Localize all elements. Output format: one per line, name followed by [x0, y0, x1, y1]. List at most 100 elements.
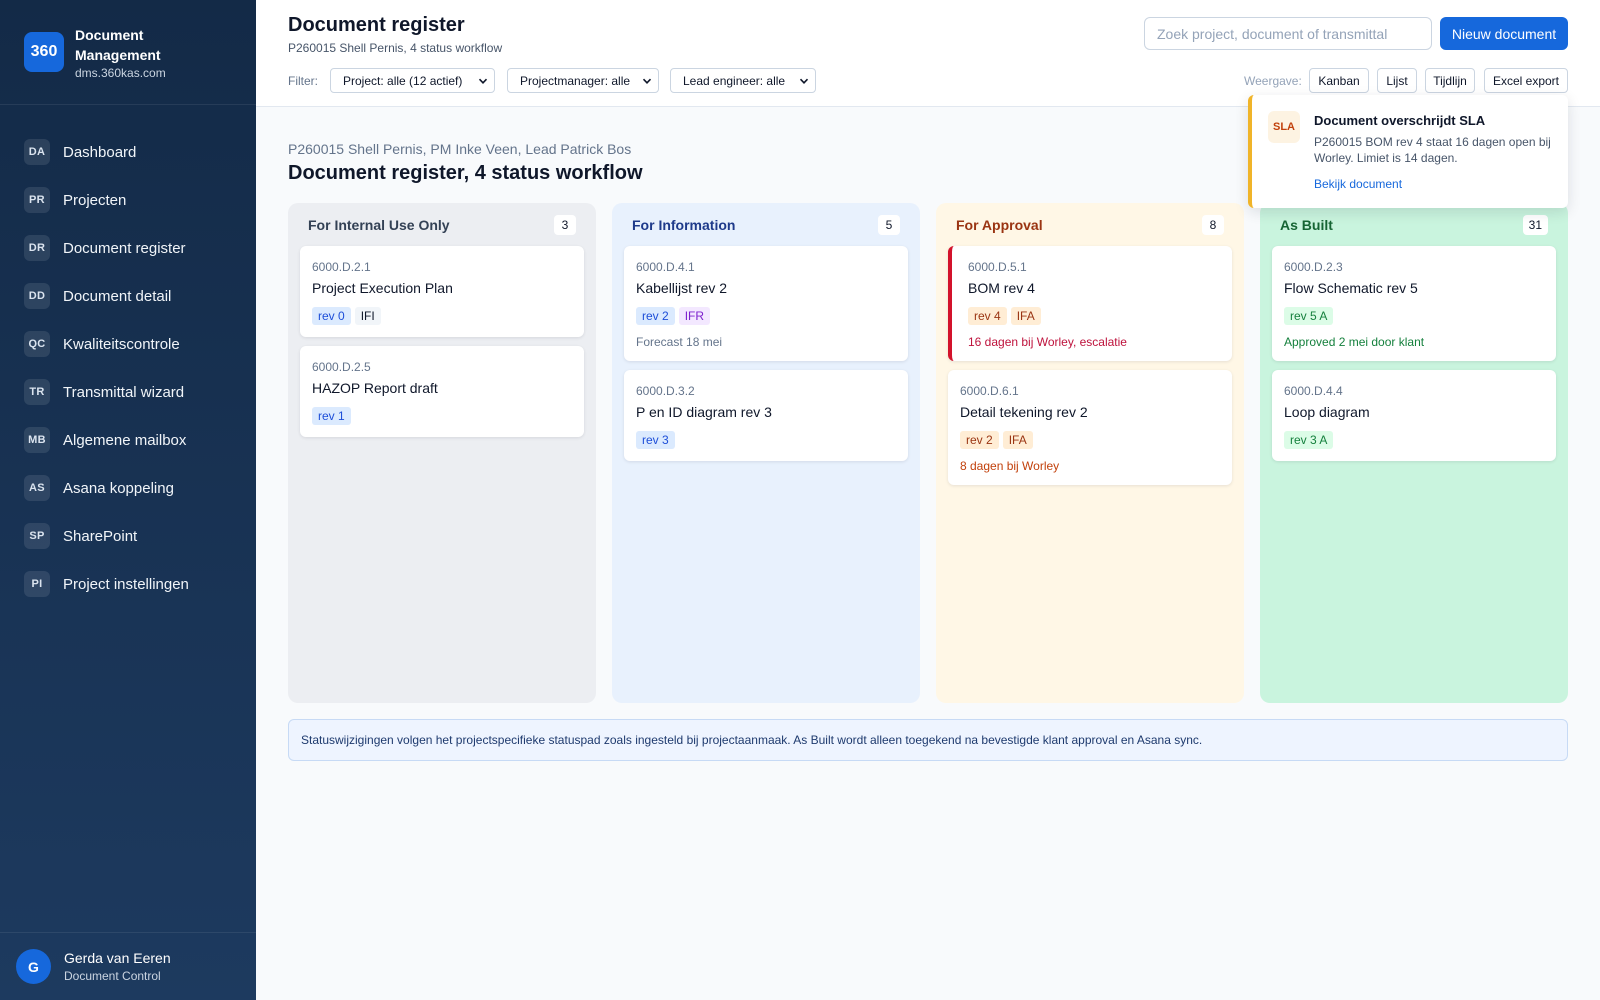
- brand[interactable]: 360 Document Management dms.360kas.com: [0, 0, 256, 105]
- sidebar-item-document-register[interactable]: DR Document register: [0, 224, 256, 272]
- header: Document register P260015 Shell Pernis, …: [256, 0, 1600, 107]
- asana-icon: AS: [24, 475, 50, 501]
- project-filter-select[interactable]: Project: alle (12 actief): [330, 68, 495, 93]
- sidebar-item-kwaliteitscontrole[interactable]: QC Kwaliteitscontrole: [0, 320, 256, 368]
- sidebar-item-label: Algemene mailbox: [63, 431, 187, 449]
- sla-badge-icon: SLA: [1268, 111, 1300, 143]
- brand-text: Document Management dms.360kas.com: [75, 25, 185, 80]
- user-role: Document Control: [64, 969, 161, 983]
- brand-logo: 360: [24, 32, 64, 72]
- column-title: As Built: [1280, 217, 1333, 233]
- tag-list: rev 1: [312, 407, 355, 425]
- revision-tag: rev 1: [312, 407, 351, 425]
- document-card[interactable]: 6000.D.3.2 P en ID diagram rev 3 rev 3: [624, 370, 908, 461]
- project-filter-value: Project: alle (12 actief): [343, 73, 463, 88]
- tag-list: rev 2 IFA: [960, 431, 1037, 449]
- excel-export-button[interactable]: Excel export: [1484, 68, 1568, 93]
- document-card[interactable]: 6000.D.2.1 Project Execution Plan rev 0 …: [300, 246, 584, 337]
- notification-body: P260015 BOM rev 4 staat 16 dagen open bi…: [1314, 135, 1551, 165]
- document-detail-icon: DD: [24, 283, 50, 309]
- document-title: Detail tekening rev 2: [960, 404, 1088, 420]
- document-code: 6000.D.6.1: [960, 384, 1019, 398]
- user-profile[interactable]: G Gerda van Eeren Document Control: [0, 932, 256, 1000]
- revision-tag: rev 3 A: [1284, 431, 1334, 449]
- sidebar-item-sharepoint[interactable]: SP SharePoint: [0, 512, 256, 560]
- sharepoint-icon: SP: [24, 523, 50, 549]
- sidebar-item-label: Transmittal wizard: [63, 383, 185, 401]
- column-count-badge: 31: [1522, 215, 1548, 235]
- document-title: Project Execution Plan: [312, 280, 453, 296]
- brand-name: Document Management: [75, 26, 161, 63]
- status-tag: IFI: [354, 307, 381, 325]
- column-title: For Internal Use Only: [308, 217, 450, 233]
- tag-list: rev 3 A: [1284, 431, 1337, 449]
- revision-tag: rev 4: [968, 307, 1007, 325]
- document-code: 6000.D.2.5: [312, 360, 371, 374]
- dashboard-icon: DA: [24, 139, 50, 165]
- document-card[interactable]: 6000.D.2.5 HAZOP Report draft rev 1: [300, 346, 584, 437]
- search-input[interactable]: [1144, 17, 1432, 50]
- kanban-column-approval: For Approval 8 6000.D.5.1 BOM rev 4 rev …: [936, 203, 1244, 703]
- sidebar-nav: DA Dashboard PR Projecten DR Document re…: [0, 105, 256, 608]
- sidebar-item-label: Projecten: [63, 191, 127, 209]
- sidebar-item-label: Document register: [63, 239, 186, 257]
- projectmanager-filter-value: Projectmanager: alle: [520, 73, 631, 88]
- page-subtitle: P260015 Shell Pernis, 4 status workflow: [288, 41, 503, 55]
- user-name: Gerda van Eeren: [64, 950, 171, 966]
- document-title: BOM rev 4: [968, 280, 1035, 296]
- revision-tag: rev 2: [636, 307, 675, 325]
- new-document-button[interactable]: Nieuw document: [1440, 17, 1568, 50]
- sidebar-item-algemene-mailbox[interactable]: MB Algemene mailbox: [0, 416, 256, 464]
- lead-engineer-filter-select[interactable]: Lead engineer: alle: [670, 68, 816, 93]
- lead-engineer-filter-value: Lead engineer: alle: [683, 73, 786, 88]
- card-note: 8 dagen bij Worley: [960, 459, 1060, 473]
- breadcrumb: P260015 Shell Pernis, PM Inke Veen, Lead…: [288, 141, 632, 157]
- document-title: P en ID diagram rev 3: [636, 404, 772, 420]
- document-card[interactable]: 6000.D.6.1 Detail tekening rev 2 rev 2 I…: [948, 370, 1232, 485]
- info-banner: Statuswijzigingen volgen het projectspec…: [288, 719, 1568, 761]
- transmittal-icon: TR: [24, 379, 50, 405]
- view-list-button[interactable]: Lijst: [1377, 68, 1417, 93]
- notification-title: Document overschrijdt SLA: [1314, 113, 1486, 128]
- document-card[interactable]: 6000.D.2.3 Flow Schematic rev 5 rev 5 A …: [1272, 246, 1556, 361]
- settings-icon: PI: [24, 571, 50, 597]
- sidebar-item-label: Document detail: [63, 287, 172, 305]
- view-document-link[interactable]: Bekijk document: [1314, 177, 1402, 191]
- document-code: 6000.D.4.1: [636, 260, 695, 274]
- column-count-badge: 8: [1202, 215, 1224, 235]
- document-card[interactable]: 6000.D.4.1 Kabellijst rev 2 rev 2 IFR Fo…: [624, 246, 908, 361]
- projectmanager-filter-select[interactable]: Projectmanager: alle: [507, 68, 659, 93]
- sidebar-item-project-instellingen[interactable]: PI Project instellingen: [0, 560, 256, 608]
- revision-tag: rev 5 A: [1284, 307, 1334, 325]
- projects-icon: PR: [24, 187, 50, 213]
- tag-list: rev 0 IFI: [312, 307, 385, 325]
- column-count-badge: 5: [878, 215, 900, 235]
- tag-list: rev 5 A: [1284, 307, 1337, 325]
- view-kanban-button[interactable]: Kanban: [1309, 68, 1369, 93]
- document-card-escalated[interactable]: 6000.D.5.1 BOM rev 4 rev 4 IFA 16 dagen …: [948, 246, 1232, 361]
- sidebar-item-projecten[interactable]: PR Projecten: [0, 176, 256, 224]
- sidebar-item-label: Project instellingen: [63, 575, 189, 593]
- view-timeline-button[interactable]: Tijdlijn: [1425, 68, 1475, 93]
- sidebar-item-transmittal-wizard[interactable]: TR Transmittal wizard: [0, 368, 256, 416]
- status-tag: IFA: [1010, 307, 1041, 325]
- sidebar-item-dashboard[interactable]: DA Dashboard: [0, 128, 256, 176]
- status-tag: IFA: [1002, 431, 1033, 449]
- kanban-column-internal: For Internal Use Only 3 6000.D.2.1 Proje…: [288, 203, 596, 703]
- document-code: 6000.D.4.4: [1284, 384, 1343, 398]
- document-code: 6000.D.2.3: [1284, 260, 1343, 274]
- column-count-badge: 3: [554, 215, 576, 235]
- tag-list: rev 2 IFR: [636, 307, 714, 325]
- chevron-down-icon: [799, 78, 809, 84]
- avatar: G: [16, 949, 51, 984]
- user-info: Gerda van Eeren Document Control: [64, 950, 171, 983]
- brand-url: dms.360kas.com: [75, 65, 166, 80]
- quality-control-icon: QC: [24, 331, 50, 357]
- document-card[interactable]: 6000.D.4.4 Loop diagram rev 3 A: [1272, 370, 1556, 461]
- sidebar-item-label: SharePoint: [63, 527, 138, 545]
- revision-tag: rev 2: [960, 431, 999, 449]
- document-code: 6000.D.3.2: [636, 384, 695, 398]
- sidebar-item-document-detail[interactable]: DD Document detail: [0, 272, 256, 320]
- sidebar-item-asana-koppeling[interactable]: AS Asana koppeling: [0, 464, 256, 512]
- view-label: Weergave:: [1244, 74, 1302, 88]
